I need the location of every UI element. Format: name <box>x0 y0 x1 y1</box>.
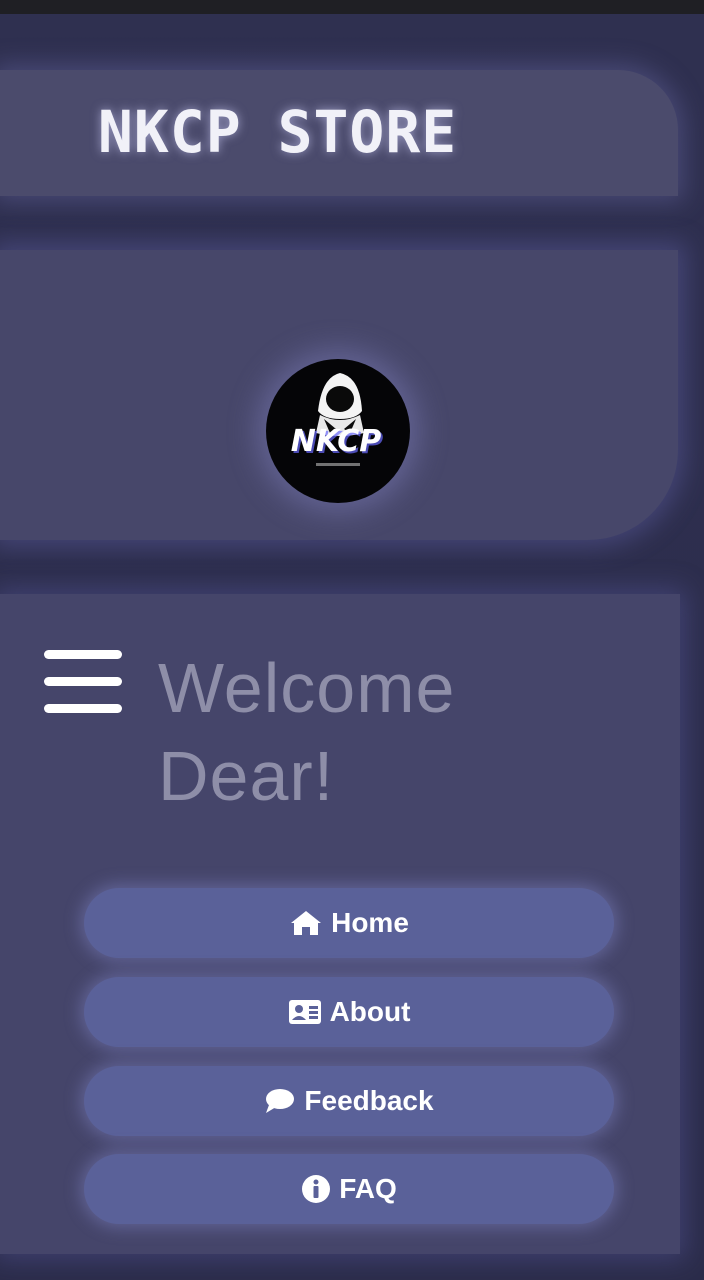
nav-button-about[interactable]: About <box>84 977 614 1047</box>
nav-button-feedback[interactable]: Feedback <box>84 1066 614 1136</box>
welcome-heading: Welcome Dear! <box>158 649 456 815</box>
store-logo: NKCP NKCP <box>266 359 410 503</box>
status-bar <box>0 0 704 14</box>
nav-label-faq: FAQ <box>339 1173 397 1204</box>
nav-label-home: Home <box>331 907 409 938</box>
home-icon <box>289 909 323 937</box>
hamburger-menu-icon[interactable] <box>44 648 122 716</box>
nav-label-about: About <box>329 996 411 1027</box>
hooded-figure-logo-icon: NKCP NKCP <box>291 373 383 466</box>
info-icon <box>301 1174 331 1204</box>
id-card-icon <box>288 999 322 1025</box>
nav-label-feedback: Feedback <box>304 1085 434 1116</box>
nav-button-home[interactable]: Home <box>84 888 614 958</box>
brand-title: NKCP STORE <box>98 98 458 166</box>
comment-icon <box>264 1087 296 1115</box>
logo-text: NKCP <box>291 424 381 459</box>
nav-button-faq[interactable]: FAQ <box>84 1154 614 1224</box>
